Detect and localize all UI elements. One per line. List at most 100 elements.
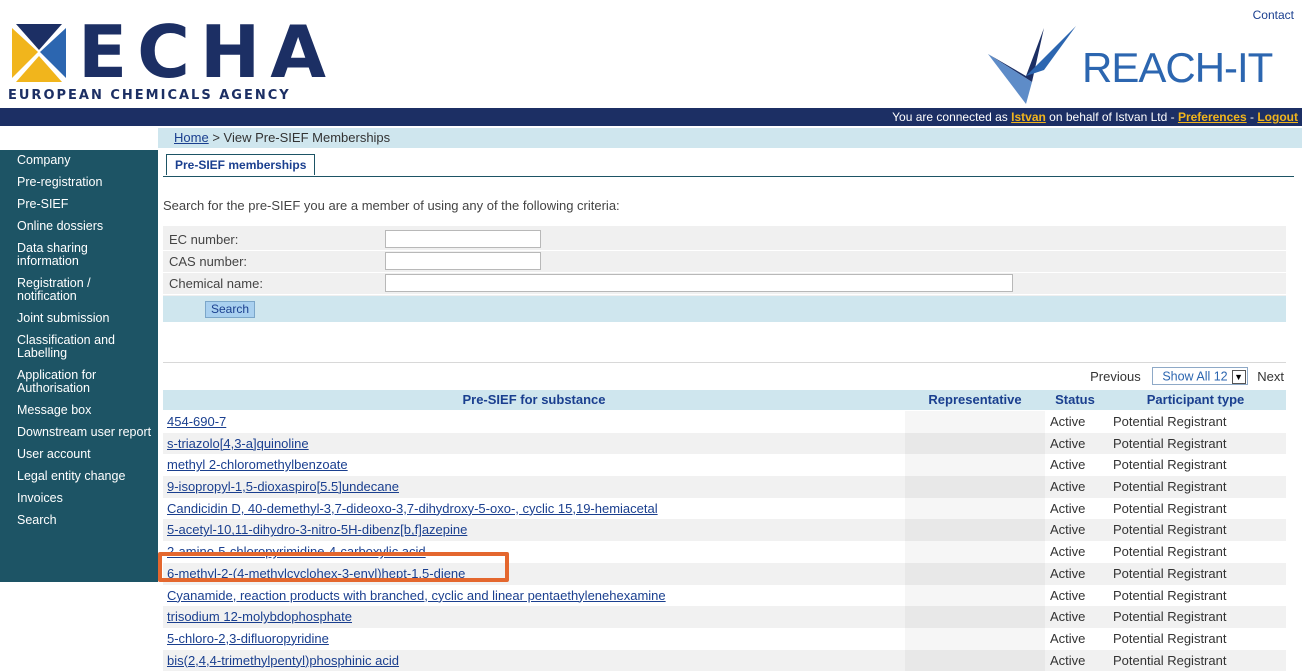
substance-link[interactable]: 5-chloro-2,3-difluoropyridine [167,631,329,646]
ec-number-row: EC number: [163,228,1286,251]
contact-link[interactable]: Contact [1253,8,1294,22]
participant-cell: Potential Registrant [1113,609,1227,625]
participant-cell: Potential Registrant [1113,587,1227,603]
substance-link[interactable]: 454-690-7 [167,414,226,429]
table-row: 6-methyl-2-(4-methylcyclohex-3-enyl)hept… [163,562,1286,585]
representative-cell [905,433,1045,455]
substance-link[interactable]: 9-isopropyl-1,5-dioxaspiro[5.5]undecane [167,479,399,494]
page-size-select[interactable]: Show All 12 ▼ [1152,367,1248,385]
representative-cell [905,498,1045,520]
sidebar-item-message-box[interactable]: Message box [0,400,158,422]
participant-cell: Potential Registrant [1113,500,1227,516]
breadcrumb-home-link[interactable]: Home [174,130,209,145]
reach-it-logo: REACH-IT [986,24,1302,106]
status-cell: Active [1050,479,1086,495]
status-cell: Active [1050,435,1086,451]
sidebar-item-company[interactable]: Company [0,150,158,172]
substance-link[interactable]: Cyanamide, reaction products with branch… [167,588,666,603]
pager: Previous Show All 12 ▼ Next [1090,367,1284,387]
substance-link[interactable]: s-triazolo[4,3-a]quinoline [167,436,309,451]
status-cell: Active [1050,609,1086,625]
substance-link[interactable]: trisodium 12-molybdophosphate [167,609,352,624]
sidebar-item-pre-registration[interactable]: Pre-registration [0,172,158,194]
representative-cell [905,606,1045,628]
table-row: 9-isopropyl-1,5-dioxaspiro[5.5]undecane A… [163,476,1286,498]
header-status[interactable]: Status [1045,390,1105,410]
sidebar-item-user-account[interactable]: User account [0,444,158,466]
connection-bar: You are connected as Istvan on behalf of… [0,108,1302,126]
ec-number-label: EC number: [169,232,239,247]
chemical-name-row: Chemical name: [163,272,1286,295]
header-representative[interactable]: Representative [905,390,1045,410]
echa-subtitle: EUROPEAN CHEMICALS AGENCY [8,88,291,103]
sidebar-item-registration[interactable]: Registration / notification [0,273,158,308]
table-row: 5-acetyl-10,11-dihydro-3-nitro-5H-dibenz… [163,519,1286,542]
substance-link[interactable]: 6-methyl-2-(4-methylcyclohex-3-enyl)hept… [167,566,465,581]
sidebar-item-legal-entity-change[interactable]: Legal entity change [0,466,158,488]
connection-separator: - [1250,110,1254,124]
status-cell: Active [1050,544,1086,560]
substance-link[interactable]: bis(2,4,4-trimethylpentyl)phosphinic aci… [167,653,399,668]
ec-number-input[interactable] [385,230,541,248]
table-row: 2-amino-5-chloropyrimidine-4-carboxylic … [163,541,1286,563]
substance-link[interactable]: methyl 2-chloromethylbenzoate [167,457,348,472]
substance-link[interactable]: 2-amino-5-chloropyrimidine-4-carboxylic … [167,544,426,559]
sidebar-item-joint-submission[interactable]: Joint submission [0,308,158,330]
status-cell: Active [1050,522,1086,538]
preferences-link[interactable]: Preferences [1178,110,1247,124]
representative-cell [905,476,1045,498]
tab-strip: Pre-SIEF memberships [163,152,1294,177]
sidebar-item-authorisation[interactable]: Application for Authorisation [0,365,158,400]
participant-cell: Potential Registrant [1113,565,1227,581]
breadcrumb: Home > View Pre-SIEF Memberships [158,128,1302,148]
chemical-name-input[interactable] [385,274,1013,292]
next-link[interactable]: Next [1257,369,1284,384]
sidebar-item-classification[interactable]: Classification and Labelling [0,330,158,365]
participant-cell: Potential Registrant [1113,522,1227,538]
cas-number-input[interactable] [385,252,541,270]
logout-link[interactable]: Logout [1257,110,1298,124]
representative-cell [905,411,1045,433]
cas-number-label: CAS number: [169,254,248,269]
table-row: 454-690-7 Active Potential Registrant [163,411,1286,433]
status-cell: Active [1050,652,1086,668]
sidebar-item-pre-sief[interactable]: Pre-SIEF [0,194,158,216]
sidebar-item-downstream-user[interactable]: Downstream user report [0,422,158,444]
chemical-name-label: Chemical name: [169,276,263,291]
connection-prefix: You are connected as [892,110,1008,124]
header-participant-type[interactable]: Participant type [1105,390,1286,410]
participant-cell: Potential Registrant [1113,652,1227,668]
participant-cell: Potential Registrant [1113,544,1227,560]
echa-logo: ECHA EUROPEAN CHEMICALS AGENCY [8,16,326,106]
search-button[interactable]: Search [205,301,255,318]
sidebar-item-search[interactable]: Search [0,510,158,532]
sidebar-nav: Company Pre-registration Pre-SIEF Online… [0,150,158,582]
table-row: s-triazolo[4,3-a]quinoline Active Potentia… [163,432,1286,455]
table-header: Pre-SIEF for substance Representative St… [163,390,1286,410]
participant-cell: Potential Registrant [1113,435,1227,451]
sidebar-item-data-sharing[interactable]: Data sharing information [0,238,158,273]
substance-link[interactable]: 5-acetyl-10,11-dihydro-3-nitro-5H-dibenz… [167,522,467,537]
status-cell: Active [1050,500,1086,516]
chevron-down-icon[interactable]: ▼ [1231,370,1246,385]
tab-pre-sief-memberships[interactable]: Pre-SIEF memberships [166,154,316,175]
header-substance[interactable]: Pre-SIEF for substance [163,390,905,410]
representative-cell [905,454,1045,476]
table-row: 5-chloro-2,3-difluoropyridine Active Poten… [163,628,1286,650]
representative-cell [905,585,1045,607]
status-cell: Active [1050,414,1086,429]
representative-cell [905,519,1045,541]
substance-link[interactable]: Candicidin D, 40-demethyl-3,7-dideoxo-3,… [167,501,658,516]
status-cell: Active [1050,565,1086,581]
status-cell: Active [1050,457,1086,473]
user-link[interactable]: Istvan [1011,110,1046,124]
sidebar-item-invoices[interactable]: Invoices [0,488,158,510]
status-cell: Active [1050,587,1086,603]
representative-cell [905,541,1045,563]
connection-middle: on behalf of Istvan Ltd - [1049,110,1175,124]
table-body: 454-690-7 Active Potential Registrant s-tr… [163,411,1286,671]
sidebar-item-online-dossiers[interactable]: Online dossiers [0,216,158,238]
reach-it-swoosh-icon [988,26,1076,104]
previous-link[interactable]: Previous [1090,369,1141,384]
table-row: trisodium 12-molybdophosphate Active Poten… [163,606,1286,628]
